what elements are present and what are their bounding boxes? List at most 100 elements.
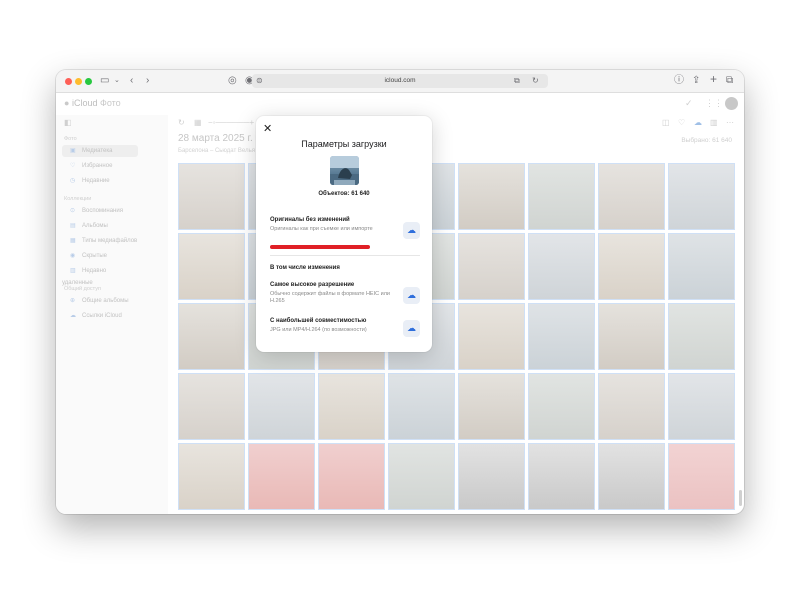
- photo-thumbnail[interactable]: [668, 163, 735, 230]
- sidebar-item-library[interactable]: ▣ Медиатека: [62, 145, 138, 157]
- share-icon[interactable]: ⇪: [692, 74, 700, 88]
- photo-thumbnail[interactable]: [598, 303, 665, 370]
- cloud-download-icon: ☁: [407, 323, 416, 333]
- favorite-icon[interactable]: ♡: [678, 118, 685, 127]
- photo-thumbnail[interactable]: [528, 163, 595, 230]
- chevron-down-icon[interactable]: ⌄: [114, 74, 120, 88]
- sidebar-toggle-icon[interactable]: ▭: [100, 74, 109, 88]
- sidebar-item-label: Недавние: [82, 178, 110, 184]
- sidebar-item-albums[interactable]: ▤ Альбомы: [62, 220, 138, 232]
- photo-thumbnail[interactable]: [528, 373, 595, 440]
- new-tab-icon[interactable]: +: [710, 72, 717, 86]
- photo-thumbnail[interactable]: [458, 163, 525, 230]
- photo-thumbnail[interactable]: [178, 303, 245, 370]
- sidebar-item-icloud-links[interactable]: ☁ Ссылки iCloud: [62, 310, 138, 322]
- sidebar-item-hidden[interactable]: ◉ Скрытые: [62, 250, 138, 262]
- photo-thumbnail[interactable]: [178, 443, 245, 510]
- clock-icon: ◷: [70, 178, 76, 184]
- download-compat-button[interactable]: ☁: [403, 320, 420, 337]
- photo-thumbnail[interactable]: [598, 443, 665, 510]
- app-brand: iCloud: [71, 98, 98, 108]
- sidebar-section-sharing: Общий доступ: [64, 286, 101, 292]
- photo-thumbnail[interactable]: [668, 303, 735, 370]
- translate-icon[interactable]: ⧉: [514, 74, 520, 88]
- photo-thumbnail[interactable]: [598, 373, 665, 440]
- status-check-icon[interactable]: ✓: [685, 98, 693, 109]
- zoom-window-button[interactable]: [85, 78, 92, 85]
- sidebar-item-label: Избранное: [82, 163, 113, 169]
- address-bar[interactable]: ⊜ icloud.com ⧉ ↻: [252, 74, 548, 88]
- photo-thumbnail[interactable]: [248, 443, 315, 510]
- photo-thumbnail[interactable]: [178, 233, 245, 300]
- app-grid-icon[interactable]: ⋮⋮: [705, 98, 723, 109]
- sidebar-item-recently-deleted[interactable]: ▥ Недавно удаленные: [62, 265, 138, 286]
- icloud-links-icon: ☁: [70, 313, 76, 319]
- photo-thumbnail[interactable]: [458, 443, 525, 510]
- url-text: icloud.com: [384, 77, 416, 84]
- tab-overview-icon[interactable]: ⧉: [726, 74, 733, 88]
- dialog-title: Параметры загрузки: [301, 139, 387, 149]
- privacy-icon[interactable]: ◎: [228, 74, 237, 88]
- photo-thumbnail[interactable]: [458, 373, 525, 440]
- close-icon[interactable]: ✕: [263, 122, 272, 135]
- photo-thumbnail[interactable]: [318, 443, 385, 510]
- sidebar-item-label: Типы медиафайлов: [82, 238, 138, 244]
- avatar[interactable]: [725, 97, 738, 110]
- sidebar-collapse-icon[interactable]: ◧: [64, 118, 72, 127]
- calendar-icon[interactable]: ▦: [194, 118, 202, 127]
- sidebar-section-photos: Фото: [64, 136, 77, 142]
- photo-thumbnail[interactable]: [668, 443, 735, 510]
- option-originals-subtitle: Оригиналы как при съемке или импорте: [270, 226, 373, 232]
- photo-thumbnail[interactable]: [528, 443, 595, 510]
- option-compat-title[interactable]: С наибольшей совместимостью: [270, 318, 366, 324]
- minimize-window-button[interactable]: [75, 78, 82, 85]
- photo-thumbnail[interactable]: [318, 373, 385, 440]
- zoom-slider[interactable]: −◦──────+: [208, 118, 254, 127]
- sidebar-item-favorites[interactable]: ♡ Избранное: [62, 160, 138, 172]
- photo-thumbnail[interactable]: [178, 163, 245, 230]
- download-highest-button[interactable]: ☁: [403, 287, 420, 304]
- cloud-download-icon: ☁: [407, 225, 416, 235]
- photo-thumbnail[interactable]: [528, 233, 595, 300]
- delete-icon[interactable]: ▥: [710, 118, 718, 127]
- items-count: Объектов: 61 640: [318, 191, 370, 197]
- sidebar-item-label: Недавно удаленные: [62, 268, 107, 286]
- back-button[interactable]: ‹: [130, 74, 133, 88]
- photo-thumbnail[interactable]: [458, 233, 525, 300]
- info-icon[interactable]: ⓘ: [674, 74, 684, 88]
- close-window-button[interactable]: [65, 78, 72, 85]
- memories-icon: ⊙: [70, 208, 76, 214]
- sidebar-item-label: Ссылки iCloud: [82, 313, 122, 319]
- sidebar-item-memories[interactable]: ⊙ Воспоминания: [62, 205, 138, 217]
- photo-thumbnail[interactable]: [178, 373, 245, 440]
- trash-icon: ▥: [70, 268, 76, 274]
- refresh-icon[interactable]: ↻: [178, 118, 185, 127]
- download-options-dialog: ✕ Параметры загрузки Объектов: 61 640 Ор…: [256, 116, 432, 352]
- browser-toolbar: ▭ ⌄ ‹ › ◎ ◉ ⊜ icloud.com ⧉ ↻ ⓘ ⇪ + ⧉: [56, 70, 744, 93]
- hidden-eye-icon: ◉: [70, 253, 76, 259]
- download-originals-button[interactable]: ☁: [403, 222, 420, 239]
- more-icon[interactable]: ⋯: [726, 118, 734, 127]
- option-originals-title[interactable]: Оригиналы без изменений: [270, 217, 350, 223]
- apple-logo-icon: ●: [64, 98, 70, 108]
- photo-thumbnail[interactable]: [668, 373, 735, 440]
- photo-thumbnail[interactable]: [598, 233, 665, 300]
- photo-thumbnail[interactable]: [248, 373, 315, 440]
- photo-thumbnail[interactable]: [458, 303, 525, 370]
- download-icon[interactable]: ☁: [694, 118, 702, 127]
- sidebar-item-shared-albums[interactable]: ⊕ Общие альбомы: [62, 295, 138, 307]
- sidebar-item-recents[interactable]: ◷ Недавние: [62, 175, 138, 187]
- sidebar-item-label: Общие альбомы: [82, 298, 129, 304]
- select-icon[interactable]: ◫: [662, 118, 670, 127]
- photo-thumbnail[interactable]: [598, 163, 665, 230]
- scrollbar[interactable]: [739, 490, 742, 506]
- photo-thumbnail[interactable]: [668, 233, 735, 300]
- photo-thumbnail[interactable]: [528, 303, 595, 370]
- photo-thumbnail[interactable]: [388, 443, 455, 510]
- photo-thumbnail[interactable]: [388, 373, 455, 440]
- sidebar-section-collections: Коллекции: [64, 196, 92, 202]
- reload-icon[interactable]: ↻: [532, 74, 539, 88]
- forward-button[interactable]: ›: [146, 74, 149, 88]
- option-highest-title[interactable]: Самое высокое разрешение: [270, 282, 354, 288]
- sidebar-item-media-types[interactable]: ▦ Типы медиафайлов: [62, 235, 138, 247]
